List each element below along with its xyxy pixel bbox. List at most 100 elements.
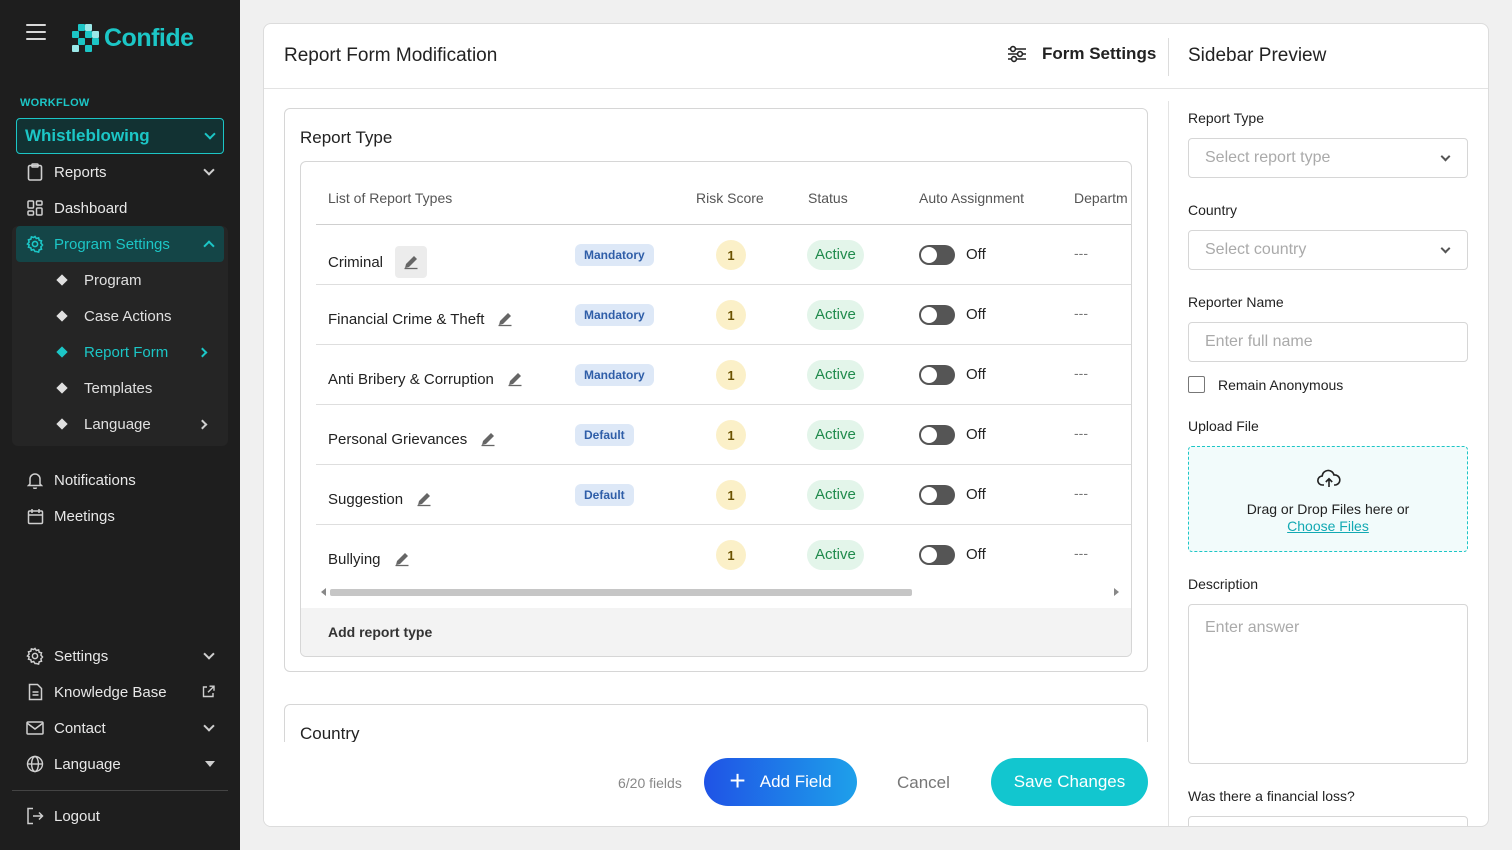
select-placeholder: Select report type	[1205, 149, 1331, 166]
sidebar-item-notifications[interactable]: Notifications	[16, 462, 224, 498]
reporter-name-input[interactable]: Enter full name	[1188, 322, 1468, 362]
sidebar-item-label: Language	[54, 755, 121, 773]
sidebar-item-label: Logout	[54, 807, 100, 825]
panel-divider	[1168, 101, 1169, 826]
row-label: Criminal	[328, 253, 384, 271]
table-row: Criminal Mandatory 1 Active Off ---	[316, 225, 1131, 285]
department-value: ---	[1074, 245, 1088, 261]
report-type-name: Suggestion	[328, 486, 437, 512]
auto-assignment-toggle[interactable]	[919, 425, 955, 445]
sidebar-item-meetings[interactable]: Meetings	[16, 498, 224, 534]
report-type-name: Bullying	[328, 546, 415, 572]
auto-assignment-toggle[interactable]	[919, 305, 955, 325]
sidebar-item-program-settings[interactable]: Program Settings	[16, 226, 224, 262]
choose-files-link[interactable]: Choose Files	[1189, 518, 1467, 534]
workflow-select[interactable]: Whistleblowing	[16, 118, 224, 154]
globe-icon	[26, 755, 44, 773]
description-textarea[interactable]: Enter answer	[1188, 604, 1468, 764]
table-row: Anti Bribery & Corruption Mandatory 1 Ac…	[316, 345, 1131, 405]
edit-button[interactable]	[475, 426, 501, 452]
menu-toggle[interactable]	[26, 24, 46, 40]
subitem-label: Report Form	[84, 343, 169, 361]
edit-button[interactable]	[502, 366, 528, 392]
cancel-button[interactable]: Cancel	[897, 773, 950, 793]
auto-assignment-toggle[interactable]	[919, 545, 955, 565]
chevron-down-icon	[1440, 243, 1451, 253]
reporter-name-label: Reporter Name	[1188, 294, 1284, 310]
sidebar-item-label: Settings	[54, 647, 109, 665]
remain-anonymous-checkbox[interactable]: Remain Anonymous	[1188, 376, 1343, 393]
financial-loss-input[interactable]	[1188, 816, 1468, 826]
horizontal-scrollbar[interactable]	[316, 584, 1131, 602]
pencil-icon	[481, 433, 495, 447]
checkbox-icon[interactable]	[1188, 376, 1205, 393]
sidebar-subitem-program[interactable]: Program	[56, 262, 218, 298]
auto-assignment-toggle[interactable]	[919, 245, 955, 265]
auto-assignment-toggle[interactable]	[919, 365, 955, 385]
scroll-right-icon[interactable]	[1114, 588, 1119, 596]
hamburger-icon[interactable]	[26, 24, 46, 40]
edit-button[interactable]	[492, 306, 518, 332]
section-title: Report Type	[300, 128, 393, 147]
toggle-label: Off	[966, 246, 986, 263]
risk-score-badge: 1	[716, 360, 746, 390]
add-field-button[interactable]: + Add Field	[704, 758, 857, 806]
pencil-icon	[404, 256, 418, 270]
pencil-icon	[498, 313, 512, 327]
country-select[interactable]: Select country	[1188, 230, 1468, 270]
checkbox-label: Remain Anonymous	[1218, 376, 1344, 393]
sidebar-subitem-report-form[interactable]: Report Form	[56, 334, 218, 370]
scrollbar-thumb[interactable]	[330, 589, 912, 596]
sidebar-item-dashboard[interactable]: Dashboard	[16, 190, 224, 226]
chevron-down-icon	[203, 164, 215, 176]
status-badge: Active	[807, 540, 864, 570]
sidebar-item-contact[interactable]: Contact	[16, 710, 224, 746]
sidebar-item-label: Contact	[54, 719, 106, 737]
table-row: Personal Grievances Default 1 Active Off…	[316, 405, 1131, 465]
sidebar-item-reports[interactable]: Reports	[16, 154, 224, 190]
status-badge: Active	[807, 360, 864, 390]
add-report-type-button[interactable]: Add report type	[301, 608, 1131, 656]
auto-assignment-toggle[interactable]	[919, 485, 955, 505]
gear-icon	[26, 235, 44, 253]
save-changes-button[interactable]: Save Changes	[991, 758, 1148, 806]
edit-button[interactable]	[389, 546, 415, 572]
workflow-select-value: Whistleblowing	[25, 126, 150, 145]
save-changes-label: Save Changes	[1013, 772, 1126, 791]
form-settings-button[interactable]: Form Settings	[1006, 44, 1156, 64]
row-label: Financial Crime & Theft	[328, 310, 485, 328]
edit-button[interactable]	[395, 246, 428, 278]
default-badge: Default	[575, 484, 634, 506]
sidebar-item-settings[interactable]: Settings	[16, 638, 224, 674]
sidebar-item-label: Program Settings	[54, 235, 170, 253]
risk-score-badge: 1	[716, 300, 746, 330]
chevron-down-icon	[203, 720, 215, 732]
table-row: Suggestion Default 1 Active Off ---	[316, 465, 1131, 525]
sidebar-subitem-case-actions[interactable]: Case Actions	[56, 298, 218, 334]
calendar-icon	[26, 507, 44, 525]
row-label: Bullying	[328, 550, 381, 568]
sidebar-item-knowledge-base[interactable]: Knowledge Base	[16, 674, 224, 710]
edit-button[interactable]	[411, 486, 437, 512]
column-header: Auto Assignment	[919, 190, 1025, 206]
chevron-right-icon	[197, 347, 208, 357]
report-type-select[interactable]: Select report type	[1188, 138, 1468, 178]
diamond-bullet-icon	[56, 346, 68, 358]
sidebar-item-label: Notifications	[54, 471, 136, 489]
document-icon	[26, 683, 44, 701]
sidebar-item-logout[interactable]: Logout	[16, 798, 224, 834]
sidebar-subitem-language[interactable]: Language	[56, 406, 218, 442]
default-badge: Default	[575, 424, 634, 446]
scroll-left-icon[interactable]	[321, 588, 326, 596]
sliders-icon	[1008, 45, 1026, 63]
mandatory-badge: Mandatory	[575, 304, 654, 326]
column-header: Risk Score	[696, 190, 764, 206]
sidebar: Confide WORKFLOW Whistleblowing Reports …	[0, 0, 240, 850]
diamond-bullet-icon	[56, 274, 68, 286]
upload-dropzone[interactable]: Drag or Drop Files here or Choose Files	[1188, 446, 1468, 552]
form-settings-label: Form Settings	[1042, 44, 1157, 63]
sidebar-item-language[interactable]: Language	[16, 746, 224, 782]
sidebar-subitem-templates[interactable]: Templates	[56, 370, 218, 406]
field-count: 6/20 fields	[618, 775, 682, 791]
department-value: ---	[1074, 485, 1088, 501]
